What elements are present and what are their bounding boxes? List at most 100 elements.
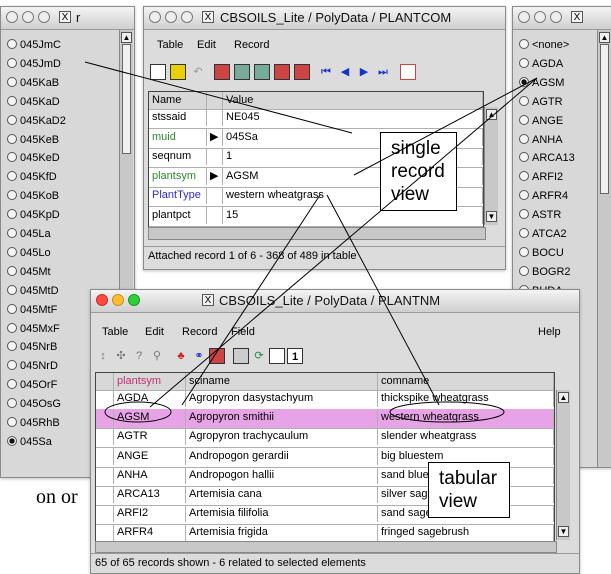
zoom-button[interactable] (550, 11, 562, 23)
muid-list-item[interactable]: 045JmD (7, 55, 61, 73)
left-window-titlebar[interactable]: X r (1, 7, 134, 30)
last-record-icon[interactable]: ⏭ (375, 64, 391, 80)
scroll-up-icon[interactable]: ▲ (486, 109, 497, 120)
muid-list-item[interactable]: 045NrB (7, 338, 57, 356)
muid-list-item[interactable]: 045KeD (7, 149, 60, 167)
scroll-up-icon[interactable]: ▲ (558, 392, 569, 403)
table-row[interactable]: AGSM Agropyron smithii western wheatgrass (96, 409, 554, 430)
table-row[interactable]: AGDA Agropyron dasystachyum thickspike whe… (96, 390, 554, 410)
muid-list-item[interactable]: 045KpD (7, 206, 60, 224)
radio-icon[interactable] (7, 171, 17, 182)
link-icon[interactable]: ⚭ (191, 348, 207, 364)
field-name-cell[interactable]: plantpct (149, 206, 207, 224)
zoom-button[interactable] (181, 11, 193, 23)
row-selector-cell[interactable] (96, 390, 114, 407)
scroll-down-icon[interactable]: ▼ (558, 526, 569, 537)
select-icon[interactable]: ✣ (113, 348, 129, 364)
row-selector-cell[interactable] (96, 524, 114, 542)
radio-icon[interactable] (7, 265, 17, 276)
radio-icon[interactable] (519, 76, 529, 87)
plantsym-list-item[interactable]: AGSM (519, 74, 564, 92)
muid-list-item[interactable]: 045OsG (7, 395, 61, 413)
related-arrow-icon[interactable] (207, 148, 223, 165)
table-nav-last-icon[interactable] (294, 64, 310, 80)
sciname-cell[interactable]: Andropogon hallii (186, 466, 378, 484)
zoom-button[interactable] (38, 11, 50, 23)
row-selector-cell[interactable] (96, 428, 114, 446)
table-window-titlebar[interactable]: X CBSOILS_Lite / PolyData / PLANTNM (91, 290, 579, 313)
plantsym-list-item[interactable]: ATCA2 (519, 225, 567, 243)
radio-icon[interactable] (7, 114, 17, 125)
radio-icon[interactable] (7, 398, 17, 409)
comname-cell[interactable]: fringed sagebrush (378, 524, 554, 542)
radio-icon[interactable] (7, 228, 17, 238)
new-document-icon[interactable] (150, 64, 166, 80)
right-list-scrollbar[interactable]: ▲ (597, 30, 611, 467)
radio-icon[interactable] (7, 76, 17, 87)
muid-list-item[interactable]: 045KaD2 (7, 112, 66, 130)
radio-icon[interactable] (519, 95, 529, 106)
table-nav-prev-icon[interactable] (234, 64, 250, 80)
related-arrow-icon[interactable]: ▶ (207, 128, 223, 146)
row-selector-cell[interactable] (96, 486, 114, 503)
plantsym-cell[interactable]: ARCA13 (114, 486, 186, 503)
field-name-cell[interactable]: stssaid (149, 109, 207, 126)
radio-icon[interactable] (7, 379, 17, 390)
radio-icon[interactable] (519, 39, 529, 49)
field-value-cell[interactable]: NE045 (223, 109, 483, 126)
menu-record[interactable]: Record (234, 39, 269, 51)
plantsym-list-item[interactable]: BOGR2 (519, 263, 571, 281)
radio-icon[interactable] (519, 57, 529, 68)
menu-record[interactable]: Record (182, 326, 217, 338)
refresh-icon[interactable]: ⟳ (251, 348, 267, 364)
plantsym-list-item[interactable]: AGTR (519, 93, 563, 111)
related-arrow-icon[interactable]: ▶ (207, 167, 223, 185)
plantsym-list-item[interactable]: ARCA13 (519, 149, 575, 167)
sciname-cell[interactable]: Artemisia filifolia (186, 505, 378, 523)
save-icon[interactable] (233, 348, 249, 364)
right-window-titlebar[interactable]: X (513, 7, 611, 30)
muid-list-item[interactable]: 045KfD (7, 168, 57, 186)
plantsym-cell[interactable]: AGSM (114, 409, 186, 427)
next-record-icon[interactable]: ▶ (356, 64, 372, 80)
radio-icon[interactable] (7, 190, 17, 201)
minimize-button[interactable] (22, 11, 34, 23)
radio-icon[interactable] (7, 133, 17, 144)
sciname-cell[interactable]: Artemisia cana (186, 486, 378, 503)
radio-icon[interactable] (519, 209, 529, 220)
field-name-cell[interactable]: muid (149, 128, 207, 146)
plantsym-cell[interactable]: AGDA (114, 390, 186, 407)
table-nav-related-icon[interactable] (274, 64, 290, 80)
plantsym-cell[interactable]: ANHA (114, 466, 186, 484)
show-related-icon[interactable] (209, 348, 225, 364)
name-column-header[interactable]: Name (149, 92, 207, 109)
sort-icon[interactable]: ↕ (95, 348, 111, 364)
radio-icon[interactable] (519, 114, 529, 125)
plantsym-cell[interactable]: ARFR4 (114, 524, 186, 542)
close-button[interactable] (6, 11, 18, 23)
radio-icon[interactable] (519, 152, 529, 163)
radio-icon[interactable] (519, 171, 529, 182)
menu-field[interactable]: Field (231, 326, 255, 338)
muid-list-item[interactable]: 045KaB (7, 74, 59, 92)
field-name-cell[interactable]: plantsym (149, 167, 207, 185)
scroll-up-icon[interactable]: ▲ (121, 32, 132, 43)
record-hscrollbar[interactable] (148, 227, 486, 240)
scroll-up-icon[interactable]: ▲ (599, 32, 610, 43)
comname-cell[interactable]: thickspike wheatgrass (378, 390, 554, 407)
plantsym-cell[interactable]: ARFI2 (114, 505, 186, 523)
table-hscrollbar[interactable] (95, 541, 557, 553)
query-icon[interactable]: ? (131, 348, 147, 364)
radio-icon[interactable] (519, 228, 529, 238)
plantsym-cell[interactable]: ANGE (114, 447, 186, 465)
muid-list-item[interactable]: 045KoB (7, 187, 59, 205)
menu-edit[interactable]: Edit (197, 39, 216, 51)
muid-list-item[interactable]: 045OrF (7, 376, 57, 394)
radio-icon[interactable] (7, 417, 17, 427)
radio-icon[interactable] (7, 284, 17, 295)
scroll-down-icon[interactable]: ▼ (486, 211, 497, 222)
related-arrow-icon[interactable] (207, 187, 223, 204)
radio-icon[interactable] (519, 265, 529, 276)
row-selector-header[interactable] (96, 373, 114, 390)
plantsym-cell[interactable]: AGTR (114, 428, 186, 446)
